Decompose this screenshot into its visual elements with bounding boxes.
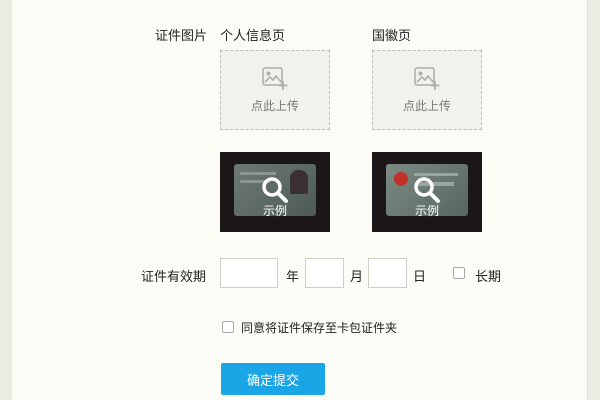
year-unit: 年 [286, 270, 300, 285]
right-scrollbar[interactable] [587, 0, 600, 400]
example-text: 示例 [414, 204, 439, 218]
magnifier-icon [262, 177, 288, 203]
image-upload-icon [414, 66, 440, 90]
upload-text: 点此上传 [402, 98, 451, 113]
submit-button[interactable]: 确定提交 [221, 363, 325, 395]
year-input[interactable] [220, 258, 278, 288]
emblem-mark [394, 172, 408, 186]
agree-label: 同意将证件保存至卡包证件夹 [241, 321, 398, 335]
personal-page-title: 个人信息页 [220, 29, 286, 44]
emblem-page-title: 国徽页 [372, 29, 412, 44]
long-term-checkbox[interactable] [453, 267, 465, 279]
month-input[interactable] [305, 258, 344, 288]
upload-text: 点此上传 [250, 98, 299, 113]
example-personal-page[interactable]: 示例 [220, 152, 330, 232]
validity-label: 证件有效期 [141, 270, 207, 285]
example-emblem-page[interactable]: 示例 [372, 152, 482, 232]
example-text: 示例 [262, 204, 287, 218]
left-sidebar-strip [0, 0, 12, 400]
day-input[interactable] [368, 258, 407, 288]
image-upload-icon [262, 66, 288, 90]
upload-personal-page-button[interactable]: 点此上传 [220, 50, 330, 130]
id-image-label: 证件图片 [155, 29, 208, 44]
portrait-photo [290, 170, 308, 194]
magnifier-icon [414, 177, 440, 203]
day-unit: 日 [413, 270, 427, 285]
long-term-label: 长期 [475, 270, 502, 285]
upload-emblem-page-button[interactable]: 点此上传 [372, 50, 482, 130]
month-unit: 月 [350, 270, 364, 285]
agree-checkbox[interactable] [222, 321, 234, 333]
